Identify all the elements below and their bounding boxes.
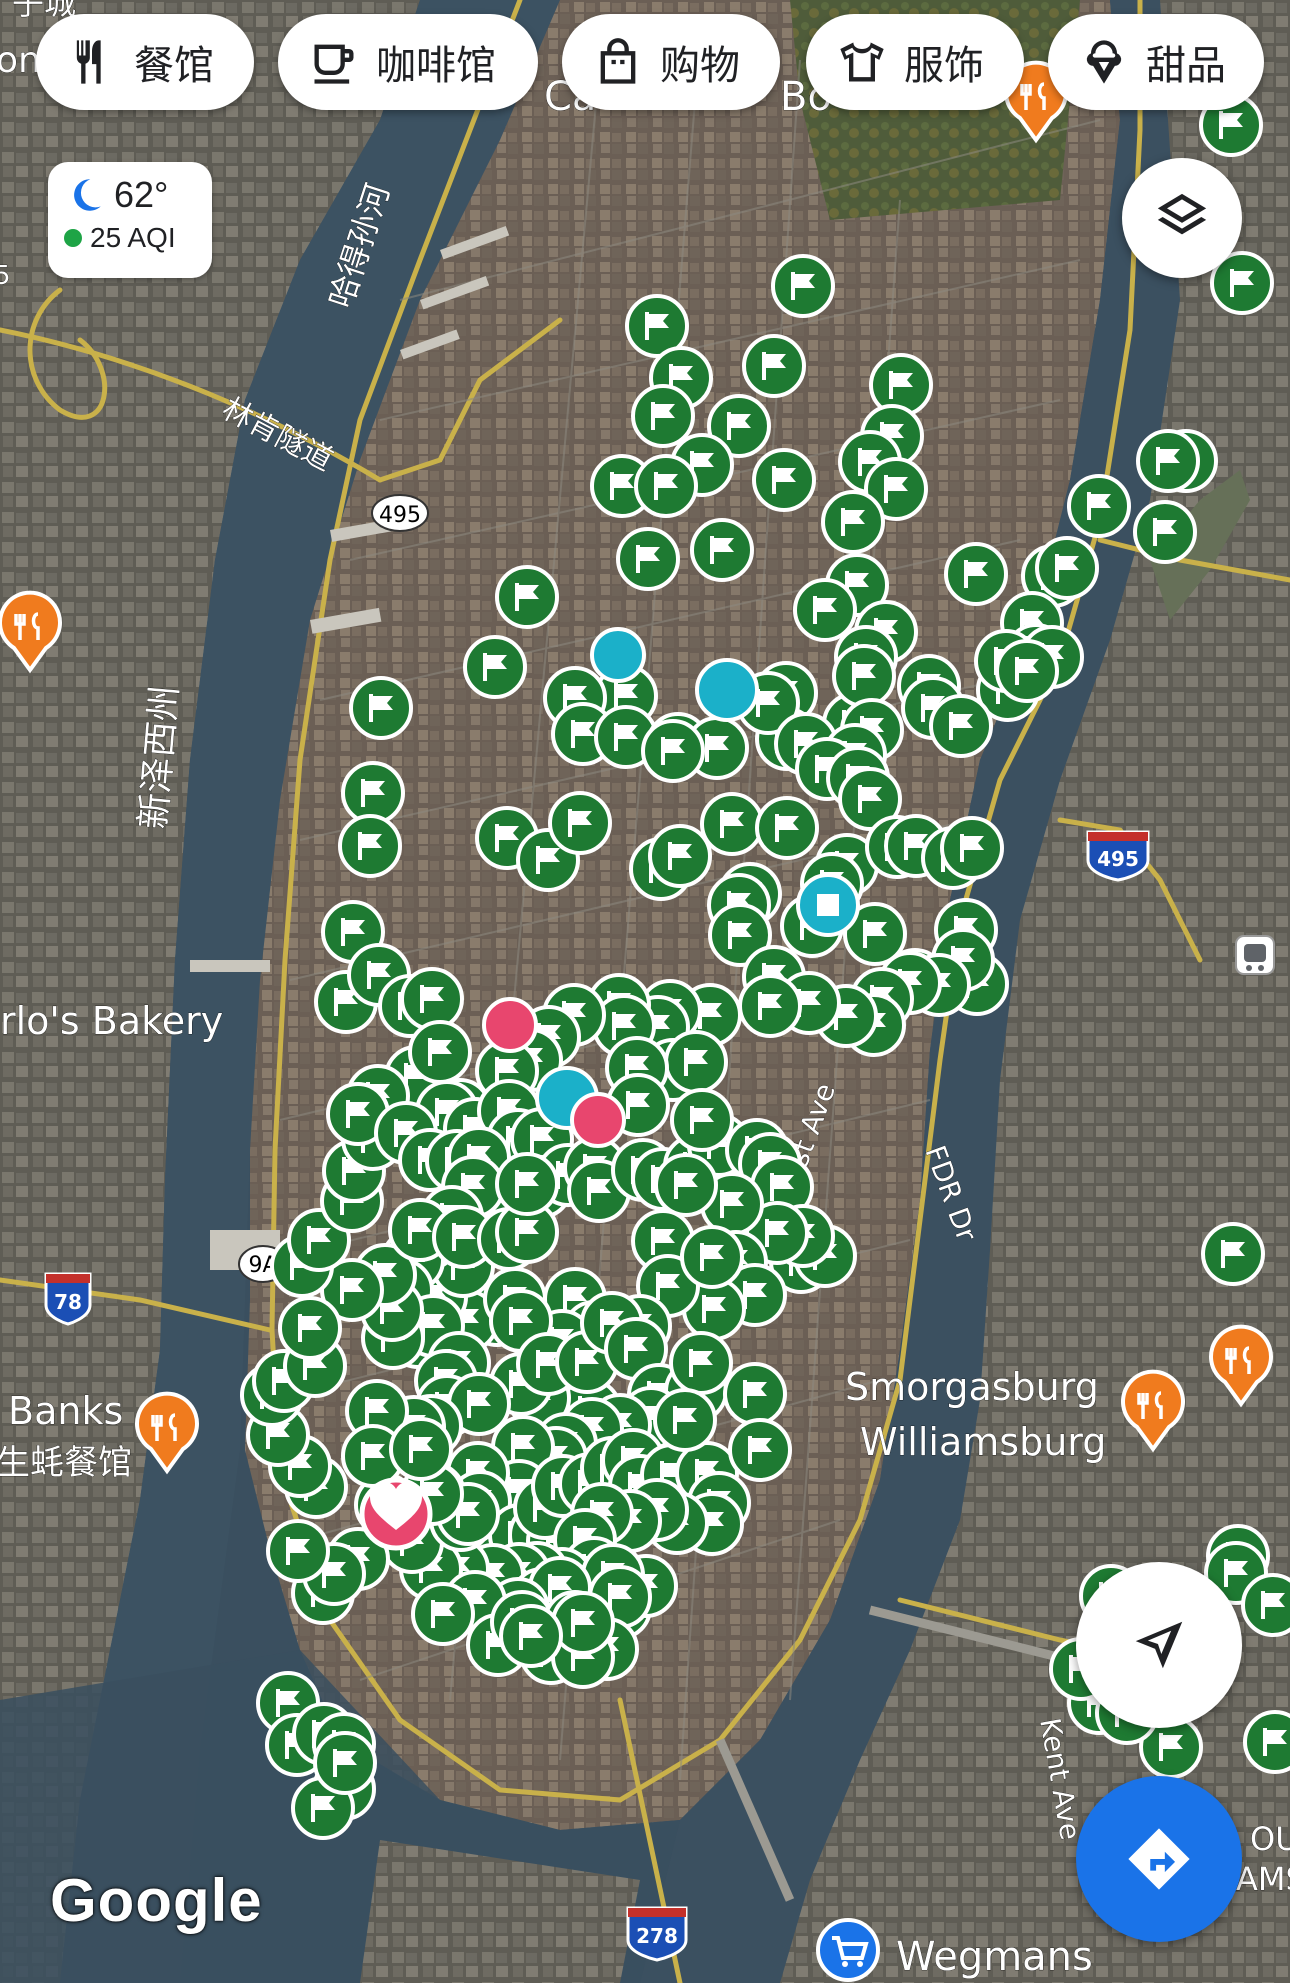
flag-pin[interactable] (463, 635, 527, 699)
chip-shopping[interactable]: 购物 (562, 14, 780, 110)
google-attribution: Google (50, 1867, 263, 1934)
flag-pin[interactable] (1201, 1222, 1265, 1286)
route-shield-495-state: 495 (371, 494, 429, 532)
flag-pin[interactable] (1241, 1573, 1290, 1637)
flag-pin[interactable] (723, 1362, 787, 1426)
svg-text:495: 495 (379, 503, 421, 528)
flag-pin[interactable] (654, 1153, 718, 1217)
flag-pin[interactable] (648, 824, 712, 888)
flag-pin[interactable] (1243, 1710, 1290, 1774)
weather-widget[interactable]: 62° 25 AQI (48, 162, 212, 278)
flag-pin[interactable] (995, 639, 1059, 703)
temperature-text: 62° (114, 174, 169, 215)
chip-desserts-label: 甜品 (1146, 43, 1226, 89)
flag-pin[interactable] (313, 1731, 377, 1795)
flag-pin[interactable] (664, 1030, 728, 1094)
flag-pin[interactable] (742, 334, 806, 398)
flag-pin[interactable] (832, 644, 896, 708)
flag-pin[interactable] (771, 254, 835, 318)
route-shield-278-interstate: 278 (626, 1906, 688, 1962)
carlos-bakery-label: rlo's Bakery (0, 999, 223, 1043)
flag-pin[interactable] (755, 796, 819, 860)
layers-button[interactable] (1122, 158, 1242, 278)
flag-pin[interactable] (411, 1582, 475, 1646)
my-location-button[interactable] (1076, 1562, 1242, 1728)
flag-pin[interactable] (793, 578, 857, 642)
chip-cafes[interactable]: 咖啡馆 (278, 14, 538, 110)
flag-pin[interactable] (495, 1152, 559, 1216)
flag-pin[interactable] (1136, 429, 1200, 493)
shirt-icon (840, 42, 884, 82)
flag-pin[interactable] (634, 454, 698, 518)
flag-pin[interactable] (341, 761, 405, 825)
flag-pin[interactable] (631, 384, 695, 448)
chip-restaurants[interactable]: 餐馆 (36, 14, 254, 110)
chip-desserts[interactable]: 甜品 (1048, 14, 1264, 110)
chip-apparel-label: 服饰 (904, 43, 984, 89)
flag-pin[interactable] (690, 518, 754, 582)
flag-pin[interactable] (1067, 474, 1131, 538)
route-shield-78-interstate: 78 (44, 1272, 92, 1326)
directions-icon (1128, 1828, 1190, 1890)
route-shield-495-interstate: 495 (1086, 830, 1150, 882)
navigation-arrow-icon (1135, 1621, 1183, 1669)
wegmans-pin[interactable] (816, 1918, 880, 1982)
flag-pin[interactable] (653, 1388, 717, 1452)
transit-icon[interactable] (1235, 935, 1275, 975)
wegmans-label: Wegmans (896, 1934, 1093, 1980)
flag-pin[interactable] (641, 719, 705, 783)
flag-pin[interactable] (616, 527, 680, 591)
smorgasburg-label-2: Williamsburg (860, 1420, 1106, 1464)
ice-cream-icon (1086, 40, 1122, 84)
flag-pin[interactable] (944, 542, 1008, 606)
five-partial-label: 5 (0, 261, 11, 291)
flag-pin[interactable] (728, 1418, 792, 1482)
flag-pin[interactable] (929, 694, 993, 758)
flag-pin[interactable] (940, 816, 1004, 880)
flag-pin[interactable] (670, 1088, 734, 1152)
aqi-status-dot (64, 229, 82, 247)
flag-pin[interactable] (752, 448, 816, 512)
svg-text:78: 78 (54, 1290, 82, 1314)
flag-pin[interactable] (548, 791, 612, 855)
svg-text:278: 278 (636, 1924, 678, 1948)
flag-pin[interactable] (400, 967, 464, 1031)
flag-pin[interactable] (1133, 500, 1197, 564)
flag-pin[interactable] (821, 490, 885, 554)
flag-pin[interactable] (408, 1020, 472, 1084)
restaurant-icon (76, 40, 101, 84)
flag-pin[interactable] (738, 974, 802, 1038)
chip-shopping-label: 购物 (660, 43, 740, 89)
out-partial-label: OUT (1250, 1820, 1290, 1858)
flag-pin[interactable] (700, 792, 764, 856)
flag-pin[interactable] (669, 1331, 733, 1395)
aqi-text: 25 AQI (90, 222, 176, 253)
chip-apparel[interactable]: 服饰 (806, 14, 1024, 110)
coffee-icon (314, 44, 354, 84)
flag-pin[interactable] (499, 1604, 563, 1668)
flag-pin[interactable] (551, 1591, 615, 1655)
flag-pin[interactable] (266, 1519, 330, 1583)
chip-cafes-label: 咖啡馆 (376, 43, 496, 89)
flag-pin[interactable] (1035, 536, 1099, 600)
layers-icon (1157, 193, 1207, 235)
flag-pin[interactable] (349, 676, 413, 740)
flag-pin[interactable] (278, 1296, 342, 1360)
one-partial-label: on (0, 40, 41, 81)
flag-pin[interactable] (389, 1417, 453, 1481)
shopping-bag-icon (600, 38, 636, 84)
chip-restaurants-label: 餐馆 (134, 43, 214, 89)
oyster-restaurant-label: 生蚝餐馆 (0, 1443, 132, 1483)
flag-pin[interactable] (495, 565, 559, 629)
ams-partial-label: AMS (1236, 1860, 1290, 1898)
moon-icon (74, 179, 101, 211)
flag-pin[interactable] (338, 814, 402, 878)
banks-label: Banks (8, 1389, 123, 1433)
directions-button[interactable] (1076, 1776, 1242, 1942)
svg-text:495: 495 (1097, 847, 1139, 871)
smorgasburg-label-1: Smorgasburg (845, 1365, 1099, 1409)
flag-pin[interactable] (680, 1225, 744, 1289)
